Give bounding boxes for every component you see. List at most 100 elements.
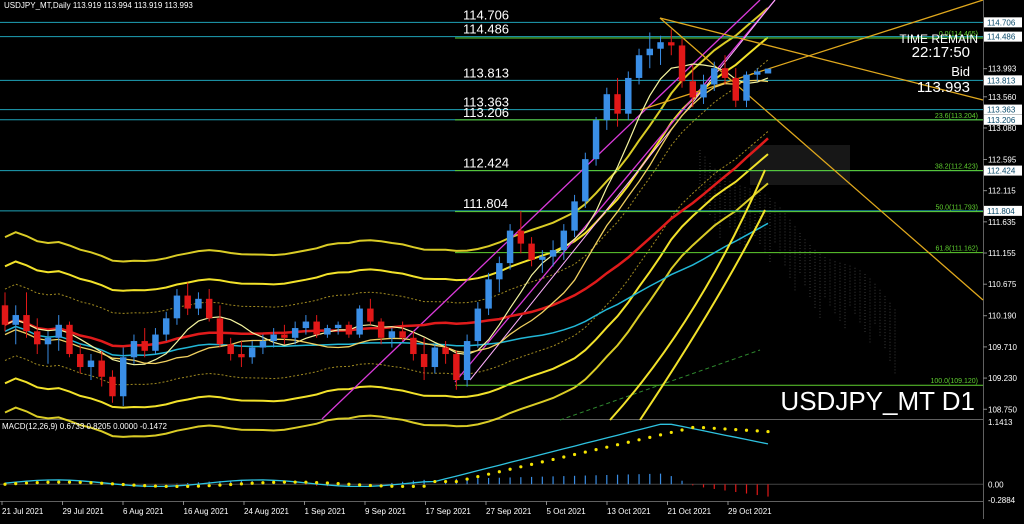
info-box — [750, 145, 850, 185]
fibo-label: 38.2(112.423) — [935, 164, 978, 171]
candle-body — [259, 341, 267, 348]
channel-upper — [321, 0, 761, 420]
candle-body — [388, 331, 396, 338]
macd-signal-dot — [261, 481, 265, 485]
price-tick-label: 111.155 — [988, 249, 1016, 258]
level-tag-text: 113.363 — [987, 106, 1016, 115]
macd-signal-dot — [121, 482, 125, 487]
candle-body — [711, 68, 718, 85]
macd-signal-dot — [196, 484, 201, 488]
macd-signal-dot — [648, 435, 652, 439]
fibo-label: 50.0(111.793) — [935, 205, 978, 212]
band-line — [4, 7, 769, 263]
macd-signal-dot — [57, 480, 61, 484]
candle-body — [34, 331, 41, 345]
price-tick-label: 110.675 — [988, 280, 1017, 289]
candle-body — [184, 295, 191, 309]
macd-signal-dot — [100, 481, 104, 485]
candle-body — [560, 230, 568, 251]
time-label: 17 Sep 2021 — [426, 507, 472, 516]
macd-signal-dot — [293, 480, 297, 484]
macd-signal-dot — [250, 481, 254, 485]
macd-signal-dot — [605, 445, 609, 449]
candle-body — [399, 331, 406, 338]
candle-body — [109, 376, 116, 397]
macd-signal-dot — [186, 484, 190, 488]
level-label: 113.206 — [463, 105, 509, 120]
level-tag-text: 113.813 — [987, 76, 1016, 85]
time-label: 16 Aug 2021 — [184, 507, 229, 516]
time-label: 24 Aug 2021 — [244, 507, 289, 516]
candle-body — [12, 315, 19, 325]
candle-body — [571, 201, 578, 231]
macd-signal-dot — [35, 480, 39, 485]
envelope-bands — [4, 7, 769, 438]
candle-body — [743, 74, 750, 101]
candle-body — [506, 230, 514, 264]
macd-signal-dot — [379, 484, 383, 488]
level-label: 114.486 — [463, 22, 509, 37]
level-label: 111.804 — [463, 196, 508, 211]
candle-body — [517, 230, 525, 244]
ma-lower-curve — [639, 209, 766, 421]
time-label: 29 Oct 2021 — [728, 507, 772, 516]
macd-signal-dot — [46, 480, 50, 484]
macd-signal-dot — [218, 483, 222, 487]
macd-signal-dot — [669, 430, 673, 435]
macd-signal-dot — [229, 482, 233, 487]
macd-signal-dot — [691, 425, 695, 430]
time-axis: 21 Jul 2021 29 Jul 2021 6 Aug 2021 16 Aug 2… — [1, 501, 772, 516]
macd-signal-dot — [132, 483, 136, 487]
macd-signal-dot — [744, 428, 749, 432]
candle-body — [678, 45, 686, 82]
chart-canvas[interactable]: 114.706114.486113.813113.363113.206112.4… — [0, 0, 1024, 519]
time-label: 29 Jul 2021 — [63, 507, 105, 516]
macd-line — [4, 423, 769, 488]
symbol-watermark: USDJPY_MT D1 — [780, 386, 975, 416]
candle-body — [98, 360, 105, 377]
candle-body — [324, 328, 331, 335]
level-tag-text: 111.804 — [987, 207, 1015, 216]
macd-signal-dot — [465, 477, 469, 481]
level-tag-text: 112.424 — [987, 167, 1016, 176]
macd-signal-dot — [572, 452, 577, 457]
macd-signal-dot — [497, 470, 501, 474]
macd-signal-dot — [540, 460, 544, 464]
candle-body — [77, 354, 84, 368]
macd-signal-dot — [282, 480, 287, 484]
price-tick-label: 108.750 — [988, 405, 1017, 414]
candle-body — [291, 328, 299, 338]
macd-signal-dot — [336, 482, 340, 486]
candle-body — [302, 321, 310, 329]
candle-body — [485, 279, 492, 309]
macd-signal-dot — [562, 455, 566, 459]
candle-body — [55, 324, 62, 338]
price-tick-label: 109.710 — [988, 343, 1017, 352]
price-tick-label: 113.560 — [988, 93, 1017, 102]
candle-body — [614, 94, 621, 114]
band-line — [4, 153, 769, 409]
trading-chart-window[interactable]: 114.706 114.486 113.813 113.363 113.206 112.4… — [0, 0, 1024, 519]
candle-body — [463, 341, 471, 381]
macd-signal-dot — [766, 429, 770, 434]
candle-body — [356, 308, 363, 335]
candle-body — [754, 71, 761, 75]
macd-signal-dot — [110, 482, 115, 486]
macd-signal-dot — [444, 479, 448, 484]
macd-signal-dot — [368, 483, 372, 488]
macd-signal-dot — [143, 484, 147, 488]
candle-body — [635, 55, 643, 78]
macd-signal-dot — [637, 438, 641, 442]
candle-body — [700, 84, 707, 98]
candle-body — [528, 243, 535, 260]
bid-value: 113.993 — [917, 79, 970, 96]
band-dotted — [4, 59, 769, 314]
macd-signal-dot — [153, 484, 158, 488]
time-label: 21 Jul 2021 — [2, 507, 44, 516]
macd-signal-dot — [411, 484, 415, 489]
channel-mid — [469, 0, 776, 381]
macd-signal-dot — [508, 467, 512, 471]
macd-signal-dot — [272, 480, 276, 484]
price-tick-label: 110.190 — [988, 312, 1017, 321]
candle-body — [442, 347, 449, 355]
